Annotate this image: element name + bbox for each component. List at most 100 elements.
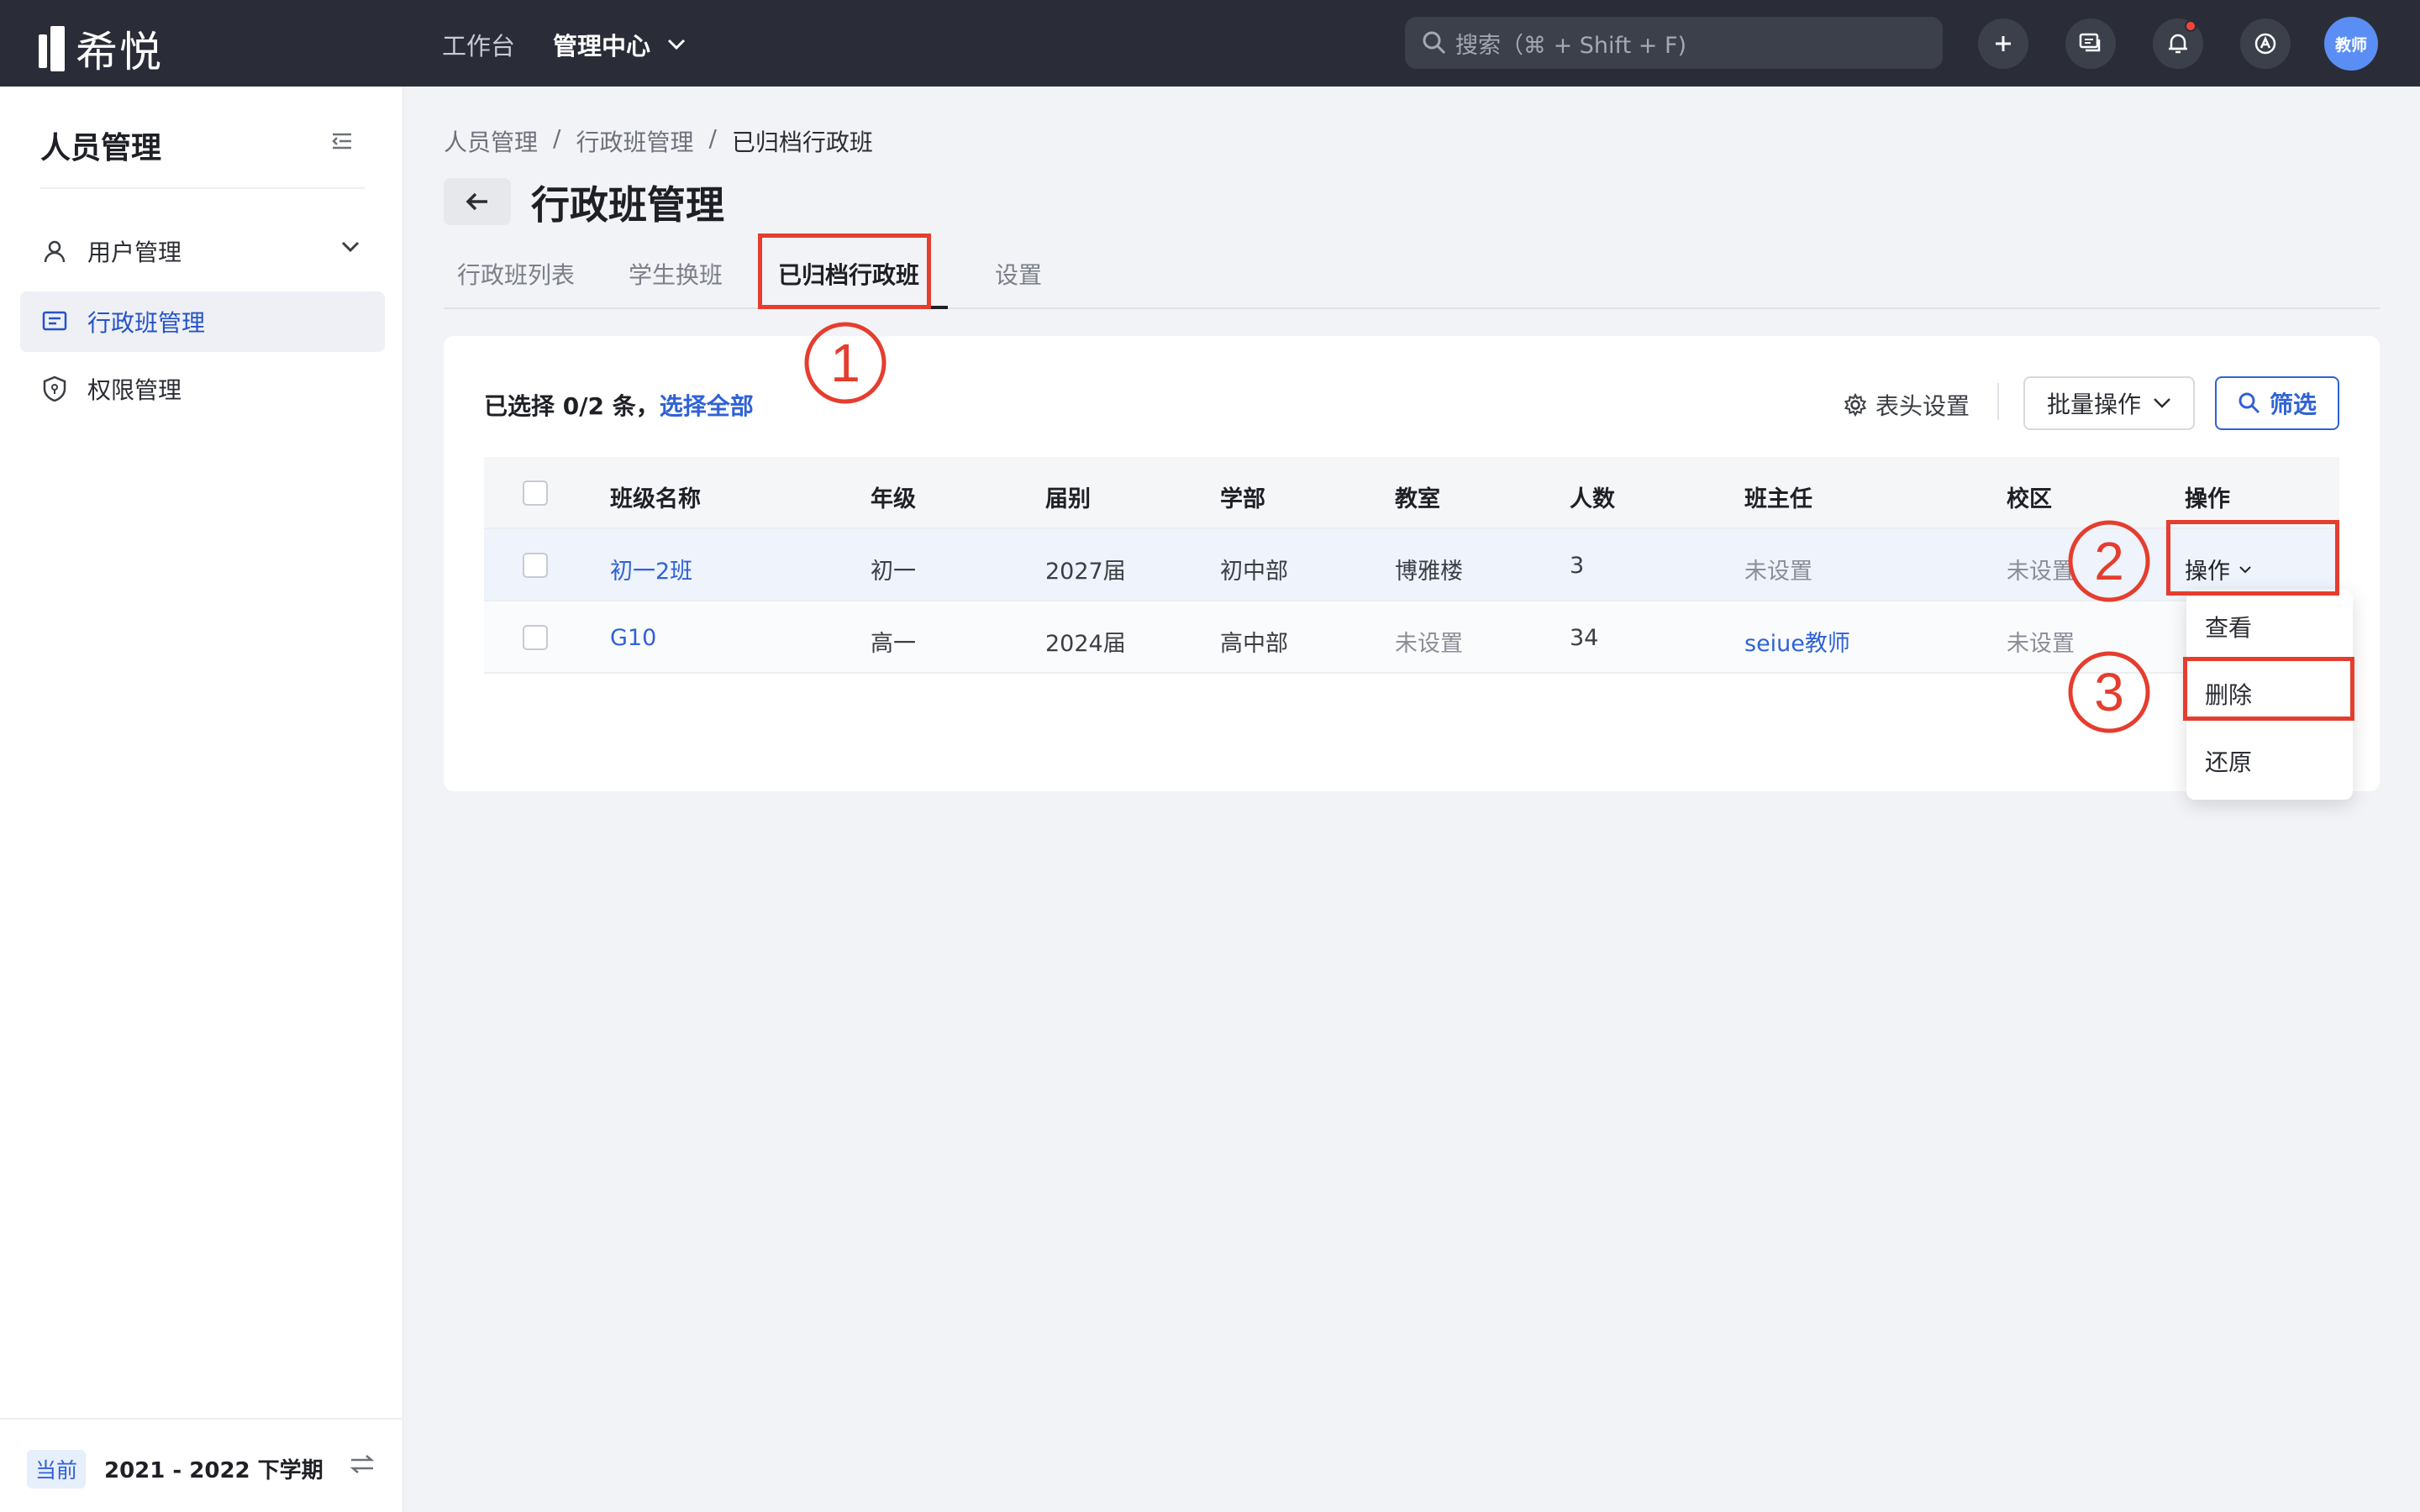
list-icon	[40, 307, 69, 336]
filter-label: 筛选	[2269, 391, 2317, 418]
sidebar: 人员管理 用户管理 行政班管理 权限管理 当前 2021 - 2022 下学期	[0, 87, 403, 1512]
app-icon	[2254, 33, 2276, 55]
sidebar-item-classes[interactable]: 行政班管理	[20, 291, 385, 352]
header-actions: 操作	[2185, 486, 2230, 512]
department-cell: 高中部	[1220, 631, 1288, 657]
term-footer: 当前 2021 - 2022 下学期	[0, 1418, 403, 1512]
head-teacher-link[interactable]: seiue教师	[1744, 625, 1850, 658]
message-icon	[2079, 33, 2101, 52]
classroom-cell: 博雅楼	[1395, 559, 1463, 585]
logo[interactable]: 希悦	[39, 18, 163, 79]
global-search-input[interactable]: 搜索（⌘ + Shift + F)	[1405, 17, 1943, 69]
svg-text:2: 2	[2094, 531, 2124, 591]
menu-item-restore[interactable]: 还原	[2205, 744, 2252, 778]
cohort-cell: 2024届	[1045, 631, 1126, 657]
header-head-teacher[interactable]: 班主任	[1744, 480, 1812, 513]
breadcrumb-separator: /	[708, 124, 717, 152]
search-placeholder: 搜索（⌘ + Shift + F)	[1455, 32, 1687, 59]
select-all-checkbox[interactable]	[523, 480, 548, 506]
annotation-number-1: 1	[804, 322, 886, 404]
collapse-icon	[332, 133, 351, 150]
header-grade[interactable]: 年级	[871, 480, 916, 513]
column-settings-button[interactable]: 表头设置	[1844, 388, 1970, 422]
current-term-badge: 当前	[27, 1450, 87, 1488]
menu-item-view[interactable]: 查看	[2205, 610, 2252, 643]
select-all-link[interactable]: 选择全部	[660, 392, 754, 420]
search-icon	[2238, 392, 2260, 414]
header-department[interactable]: 学部	[1220, 480, 1265, 513]
breadcrumb-current: 已归档行政班	[731, 129, 873, 156]
class-name-link[interactable]: G10	[610, 625, 656, 651]
classroom-cell: 未设置	[1395, 631, 1463, 657]
chevron-down-icon	[667, 39, 686, 50]
filter-button[interactable]: 筛选	[2215, 376, 2339, 430]
breadcrumb-separator: /	[553, 124, 561, 152]
page-title: 行政班管理	[531, 182, 724, 228]
sidebar-title: 人员管理	[40, 131, 162, 165]
gear-icon	[1844, 393, 1867, 417]
header-class-name[interactable]: 班级名称	[610, 480, 701, 513]
create-button[interactable]	[1978, 18, 2028, 69]
tab-class-list[interactable]: 行政班列表	[457, 257, 575, 291]
svg-text:3: 3	[2094, 662, 2124, 722]
notifications-button[interactable]	[2153, 18, 2203, 69]
campus-cell: 未设置	[2007, 631, 2075, 657]
breadcrumb-people[interactable]: 人员管理	[444, 124, 538, 158]
bell-icon	[2169, 34, 2187, 54]
count-cell: 34	[1570, 625, 1599, 651]
table-row[interactable]: 初一2班 初一 2027届 初中部 博雅楼 3 未设置 未设置 操作	[484, 529, 2339, 601]
grade-cell: 初一	[871, 559, 916, 585]
header-classroom[interactable]: 教室	[1395, 480, 1440, 513]
sidebar-item-permissions[interactable]: 权限管理	[20, 359, 385, 419]
grade-cell: 高一	[871, 631, 916, 657]
column-settings-label: 表头设置	[1876, 392, 1970, 420]
count-cell: 3	[1570, 553, 1585, 579]
sidebar-divider	[40, 187, 365, 189]
header-cohort[interactable]: 届别	[1045, 480, 1091, 513]
tab-bar: 行政班列表 学生换班 已归档行政班 设置	[444, 235, 2380, 309]
cohort-cell: 2027届	[1045, 559, 1126, 585]
back-button[interactable]	[444, 178, 511, 225]
annotation-box-3	[2183, 657, 2354, 721]
sidebar-item-users[interactable]: 用户管理	[20, 221, 385, 281]
nav-admin-center[interactable]: 管理中心	[553, 27, 686, 62]
switch-term-button[interactable]	[350, 1453, 375, 1478]
class-name-link[interactable]: 初一2班	[610, 553, 692, 585]
search-icon	[1423, 31, 1446, 55]
head-teacher-cell: 未设置	[1744, 559, 1812, 585]
swap-icon	[350, 1455, 375, 1473]
batch-actions-label: 批量操作	[2046, 391, 2141, 418]
nav-workbench[interactable]: 工作台	[442, 27, 515, 62]
logo-mark-icon	[39, 26, 69, 71]
avatar[interactable]: 教师	[2324, 17, 2378, 71]
messages-button[interactable]	[2065, 18, 2116, 69]
shield-icon	[40, 375, 69, 403]
tab-student-transfer[interactable]: 学生换班	[629, 257, 723, 291]
svg-text:1: 1	[830, 333, 860, 393]
collapse-sidebar-button[interactable]	[331, 132, 353, 154]
notification-dot	[2185, 20, 2196, 32]
logo-text: 希悦	[76, 28, 163, 76]
header-campus[interactable]: 校区	[2007, 480, 2052, 513]
current-term: 2021 - 2022 下学期	[104, 1458, 324, 1483]
table-row[interactable]: G10 高一 2024届 高中部 未设置 34 seiue教师 未设置	[484, 601, 2339, 674]
arrow-left-icon	[466, 192, 487, 211]
row-checkbox[interactable]	[523, 553, 548, 578]
annotation-number-3: 3	[2068, 651, 2150, 733]
app-switch-button[interactable]	[2240, 18, 2291, 69]
campus-cell: 未设置	[2007, 559, 2075, 585]
breadcrumb-classes[interactable]: 行政班管理	[576, 124, 693, 158]
nav-admin-center-label: 管理中心	[553, 32, 651, 60]
toolbar-divider	[1997, 383, 1999, 420]
row-checkbox[interactable]	[523, 625, 548, 650]
annotation-box-1	[758, 234, 931, 309]
top-bar: 希悦 工作台 管理中心 搜索（⌘ + Shift + F) 教师	[0, 0, 2420, 87]
annotation-box-2	[2166, 520, 2339, 596]
department-cell: 初中部	[1220, 559, 1288, 585]
tab-settings[interactable]: 设置	[995, 257, 1042, 291]
selection-count: 已选择 0/2 条，	[484, 392, 660, 420]
selection-info: 已选择 0/2 条，选择全部	[484, 388, 754, 422]
batch-actions-button[interactable]: 批量操作	[2023, 376, 2195, 430]
chevron-down-icon	[2154, 398, 2170, 408]
header-count[interactable]: 人数	[1570, 480, 1615, 513]
